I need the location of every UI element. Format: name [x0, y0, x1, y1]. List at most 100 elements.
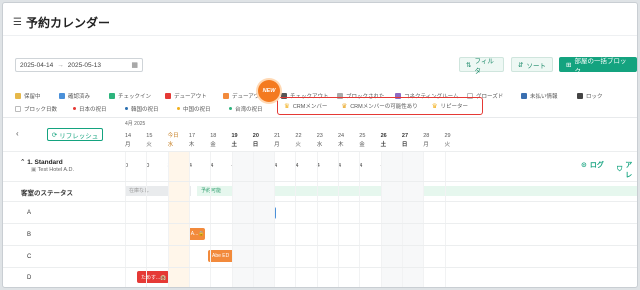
room-label[interactable]: A	[27, 210, 31, 216]
legend-marker	[229, 107, 232, 110]
legend-marker	[73, 107, 76, 110]
legend-swatch	[577, 92, 583, 99]
chevron-left-icon[interactable]: ‹	[16, 129, 19, 138]
room-label[interactable]: C	[27, 254, 31, 260]
day-of-week: 金	[210, 142, 216, 148]
availability-count: 4	[295, 163, 299, 169]
booking-block[interactable]: ためす...🏨	[137, 271, 169, 283]
grid-row-line	[3, 201, 637, 202]
day-header-cell: 25 金	[359, 132, 380, 150]
day-header-cell: 19 土	[232, 132, 253, 150]
day-number: 22	[295, 133, 302, 139]
legend-item: ロック	[577, 92, 617, 100]
sort-icon: ⇵	[518, 61, 524, 69]
calendar-icon[interactable]: ▦	[131, 61, 138, 69]
bulk-block-button[interactable]: ⊞ 部屋の一括ブロック	[559, 57, 637, 75]
day-header-cell: 26 土	[381, 132, 402, 150]
warning-crown-icon: ♛	[341, 103, 348, 110]
day-number: 今日	[167, 133, 179, 139]
grid-row-line	[3, 245, 637, 246]
day-number: 23	[316, 133, 323, 139]
day-of-week: 火	[295, 142, 301, 148]
chevron-up-icon[interactable]: ⌃	[20, 159, 25, 166]
day-of-week: 月	[423, 142, 429, 148]
day-number: 18	[210, 133, 217, 139]
crm-legend-item: ♛ リピーター	[432, 102, 468, 110]
crm-legend-label: リピーター	[440, 104, 469, 110]
page-header: ☰ 予約カレンダー	[13, 14, 110, 31]
filter-label: フィルタ	[474, 57, 494, 75]
availability-count: 4	[316, 163, 320, 169]
grid-row-line	[3, 267, 637, 268]
legend-item: 日本の祝日	[73, 105, 125, 113]
log-button[interactable]: ⊙ ログ	[581, 160, 604, 170]
legend-label: 中国の祝日	[183, 106, 211, 113]
day-header-cell: 22 火	[295, 132, 316, 150]
availability-count: 4	[359, 163, 363, 169]
day-number: 14	[125, 133, 132, 139]
day-number: 29	[444, 133, 451, 139]
filter-button[interactable]: ⇅ フィルタ	[459, 57, 504, 75]
day-number: 19	[231, 133, 238, 139]
alert-button[interactable]: ⛉ アレ	[617, 160, 637, 180]
legend-label: 未払い情報	[530, 93, 558, 100]
day-number: 28	[423, 133, 430, 139]
day-of-week: 木	[338, 142, 344, 148]
day-of-week: 土	[380, 142, 387, 148]
legend-marker	[15, 105, 21, 112]
availability-count: 4	[188, 163, 192, 169]
legend-item: 確認済み	[59, 92, 109, 100]
refresh-button[interactable]: ⟳ リフレッシュ	[47, 128, 103, 141]
legend-item: 中国の祝日	[177, 105, 229, 113]
month-label: 4月 2025	[125, 121, 146, 127]
day-of-week: 火	[146, 142, 152, 148]
repeat-crown-icon: ♛	[431, 103, 438, 110]
room-label[interactable]: D	[27, 275, 31, 281]
day-number: 25	[359, 133, 366, 139]
legend-label: ロック	[586, 93, 603, 100]
availability-count: 0	[125, 163, 129, 169]
new-badge: NEW	[258, 80, 280, 102]
hotel-name: ▣ Test Hotel A.D.	[31, 167, 75, 173]
day-of-week: 水	[167, 142, 174, 148]
day-of-week: 日	[252, 142, 259, 148]
crm-legend-highlight: ♛ CRMメンバー ♛ CRMメンバーの可能性あり ♛ リピーター	[277, 97, 483, 115]
room-label[interactable]: B	[27, 232, 31, 238]
crm-legend-label: CRMメンバー	[292, 104, 328, 110]
day-of-week: 金	[359, 142, 365, 148]
day-of-week: 月	[274, 142, 280, 148]
day-of-week: 火	[444, 142, 451, 148]
legend-label: 台湾の祝日	[235, 106, 263, 113]
date-separator: →	[57, 61, 64, 69]
grid-row-line	[3, 223, 637, 224]
day-of-week: 土	[231, 142, 238, 148]
availability-count: 0	[146, 163, 150, 169]
sort-button[interactable]: ⇵ ソート	[511, 57, 553, 72]
day-header-cell: 20 日	[253, 132, 274, 150]
day-number: 26	[380, 133, 387, 139]
day-header-cell: 14 月	[125, 132, 146, 150]
sort-label: ソート	[526, 62, 546, 70]
day-header-cell: 18 金	[210, 132, 231, 150]
room-type-title[interactable]: ⌃ 1. Standard	[20, 158, 63, 166]
day-header-cell: 21 月	[274, 132, 295, 150]
date-to[interactable]: 2025-05-13	[68, 62, 101, 69]
legend-swatch	[15, 92, 21, 99]
room-status-label: 客室のステータス	[21, 190, 73, 197]
day-of-week: 月	[125, 142, 131, 148]
crm-legend-item: ♛ CRMメンバー	[284, 102, 327, 110]
legend-swatch	[165, 92, 171, 99]
legend-item: 韓国の祝日	[125, 105, 177, 113]
menu-icon[interactable]: ☰	[13, 17, 22, 28]
day-header-cell: 24 木	[338, 132, 359, 150]
day-number: 20	[252, 133, 259, 139]
crm-legend-item: ♛ CRMメンバーの可能性あり	[341, 102, 417, 110]
date-from[interactable]: 2025-04-14	[20, 62, 53, 69]
date-range-picker[interactable]: 2025-04-14 → 2025-05-13 ▦	[15, 58, 143, 72]
legend-label: 保留中	[24, 93, 41, 100]
legend-label: ブロック日数	[24, 106, 58, 113]
day-number: 15	[146, 133, 153, 139]
room-type-label: 1. Standard	[27, 159, 63, 166]
legend-item: 保留中	[15, 92, 59, 100]
legend-marker	[177, 107, 180, 110]
